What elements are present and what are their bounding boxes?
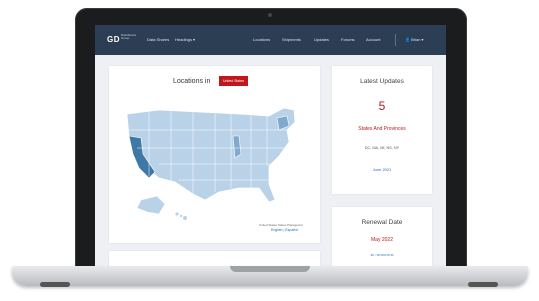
states-provinces-label[interactable]: States And Provinces (332, 126, 432, 132)
nav-headings-dropdown[interactable]: Headings ▾ (175, 37, 195, 42)
renewal-note: 30 / 18 MONTHS (370, 253, 394, 257)
screen: GD Distributors Group Data Shares Headin… (95, 25, 446, 270)
locations-title: Locations in (173, 78, 211, 85)
top-nav: GD Distributors Group Data Shares Headin… (95, 25, 446, 55)
laptop-foot-left (40, 282, 70, 287)
renewal-date: May 2022 (371, 237, 393, 243)
renewal-date-card: Renewal Date May 2022 30 / 18 MONTHS (332, 207, 432, 270)
nav-updates[interactable]: Updates (314, 37, 329, 42)
updates-count: 5 (378, 99, 386, 113)
renewal-title: Renewal Date (361, 219, 403, 226)
map-credit: United States States Placeguard (259, 223, 303, 227)
nav-account[interactable]: Account (366, 37, 380, 42)
country-select-button[interactable]: United States (219, 76, 249, 86)
nav-data-shares[interactable]: Data Shares (147, 37, 169, 42)
map-states (126, 107, 296, 203)
user-menu[interactable]: 👤 Brian ▾ (405, 37, 424, 42)
state-codes: DC, MA, MI, NS, NY (364, 146, 400, 150)
camera-icon (268, 13, 272, 17)
laptop-foot-right (468, 282, 498, 287)
language-links[interactable]: English | Español (271, 228, 298, 232)
logo[interactable]: GD (107, 35, 120, 44)
latest-updates-card: Latest Updates 5 States And Provinces DC… (332, 66, 432, 194)
laptop-notch (230, 266, 310, 272)
nav-forums[interactable]: Forums (341, 37, 355, 42)
nav-divider (395, 34, 396, 46)
nav-locations[interactable]: Locations (253, 37, 270, 42)
nav-shipments[interactable]: Shipments (282, 37, 301, 42)
map-state-alaska (136, 195, 166, 215)
latest-updates-title: Latest Updates (360, 78, 404, 85)
logo-subtitle: Distributors Group (121, 33, 137, 40)
locations-card: Locations in United States United States… (109, 66, 320, 243)
updates-date[interactable]: June 2021 (332, 167, 432, 172)
us-map[interactable] (119, 96, 309, 226)
map-state-hawaii (175, 212, 187, 220)
